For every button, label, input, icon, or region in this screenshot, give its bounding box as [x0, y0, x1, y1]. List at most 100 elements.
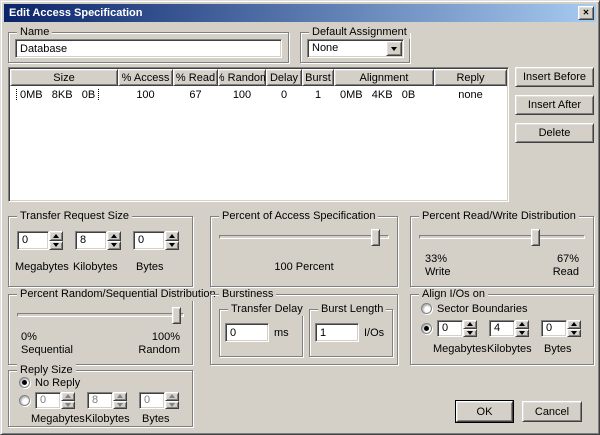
reply-kilobytes-label: Kilobytes	[85, 413, 130, 425]
random-sequential-group: Percent Random/Sequential Distribution 0…	[8, 294, 193, 365]
reply-bytes-spinner: 0	[139, 392, 179, 409]
default-assignment-value: None	[308, 40, 385, 57]
slider-thumb[interactable]	[371, 229, 380, 246]
burst-length-input[interactable]	[315, 323, 359, 342]
align-kilobytes-spinner[interactable]: 4	[489, 320, 529, 337]
trs-megabytes-value[interactable]: 0	[17, 231, 49, 250]
reply-custom-radio[interactable]	[19, 395, 30, 406]
column-header-access[interactable]: % Access	[118, 69, 173, 86]
spin-up-icon[interactable]	[165, 231, 179, 241]
combobox-dropdown-button[interactable]	[386, 41, 402, 56]
align-bytes-spinner[interactable]: 0	[541, 320, 581, 337]
align-megabytes-spinner[interactable]: 0	[437, 320, 477, 337]
trs-kilobytes-value[interactable]: 8	[75, 231, 107, 250]
write-label: Write	[425, 266, 450, 278]
table-row[interactable]: 0MB 8KB 0B 100 67 100 0 1 0MB 4KB 0B non…	[10, 87, 507, 102]
slider-track	[419, 235, 585, 239]
name-input[interactable]	[15, 39, 282, 58]
edit-access-specification-dialog: Edit Access Specification ✕ Name Default…	[0, 0, 600, 435]
align-kilobytes-value[interactable]: 4	[489, 320, 515, 337]
column-header-reply[interactable]: Reply	[434, 69, 507, 86]
align-megabytes-value[interactable]: 0	[437, 320, 463, 337]
reply-megabytes-spinner: 0	[35, 392, 75, 409]
write-percent: 33%	[425, 253, 447, 265]
slider-thumb[interactable]	[531, 229, 540, 246]
spin-down-icon	[61, 401, 75, 410]
burstiness-group: Burstiness Transfer Delay ms Burst Lengt…	[210, 294, 398, 365]
column-header-delay[interactable]: Delay	[266, 69, 302, 86]
spin-up-icon	[165, 392, 179, 401]
cell-read[interactable]: 67	[173, 89, 218, 101]
no-reply-radio[interactable]	[19, 377, 30, 388]
insert-after-button[interactable]: Insert After	[515, 95, 594, 115]
spin-down-icon[interactable]	[49, 241, 63, 251]
access-spec-list[interactable]: Size % Access % Read % Random Delay Burs…	[8, 67, 509, 202]
random-sequential-slider[interactable]	[17, 307, 184, 324]
default-assignment-combobox[interactable]: None	[307, 39, 404, 58]
chevron-down-icon	[391, 47, 397, 51]
sector-boundaries-radio[interactable]	[421, 303, 432, 314]
align-custom-radio[interactable]	[421, 323, 432, 334]
burst-length-label: Burst Length	[318, 303, 386, 316]
column-header-burst[interactable]: Burst	[302, 69, 334, 86]
column-header-read[interactable]: % Read	[173, 69, 218, 86]
spin-down-icon[interactable]	[165, 241, 179, 251]
cell-alignment[interactable]: 0MB 4KB 0B	[334, 89, 434, 101]
insert-before-button[interactable]: Insert Before	[515, 67, 594, 87]
spin-up-icon[interactable]	[107, 231, 121, 241]
cell-burst[interactable]: 1	[302, 89, 334, 101]
reply-megabytes-label: Megabytes	[31, 413, 85, 425]
slider-thumb[interactable]	[172, 307, 181, 324]
trs-megabytes-spinner[interactable]: 0	[17, 231, 63, 250]
spin-down-icon[interactable]	[567, 329, 581, 338]
spin-down-icon[interactable]	[515, 329, 529, 338]
reply-bytes-label: Bytes	[142, 413, 170, 425]
cell-size[interactable]: 0MB 8KB 0B	[10, 89, 118, 101]
trs-bytes-value[interactable]: 0	[133, 231, 165, 250]
transfer-request-size-label: Transfer Request Size	[17, 210, 132, 223]
ok-button[interactable]: OK	[456, 401, 513, 422]
delete-button[interactable]: Delete	[515, 123, 594, 143]
column-header-random[interactable]: % Random	[218, 69, 266, 86]
percent-access-value: 100 Percent	[211, 261, 397, 273]
reply-kilobytes-value: 8	[87, 392, 113, 409]
titlebar[interactable]: Edit Access Specification ✕	[4, 4, 596, 22]
trs-bytes-spinner[interactable]: 0	[133, 231, 179, 250]
trs-bytes-label: Bytes	[136, 261, 164, 273]
random-percent: 100%	[152, 331, 180, 343]
align-kilobytes-label: Kilobytes	[487, 343, 532, 355]
column-header-size[interactable]: Size	[10, 69, 118, 86]
spin-up-icon	[113, 392, 127, 401]
reply-kilobytes-spinner: 8	[87, 392, 127, 409]
spin-down-icon[interactable]	[463, 329, 477, 338]
align-bytes-value[interactable]: 0	[541, 320, 567, 337]
transfer-delay-input[interactable]	[225, 323, 269, 342]
cell-access[interactable]: 100	[118, 89, 173, 101]
read-write-slider[interactable]	[419, 229, 585, 246]
spin-up-icon[interactable]	[567, 320, 581, 329]
spin-down-icon[interactable]	[107, 241, 121, 251]
spin-up-icon[interactable]	[49, 231, 63, 241]
transfer-request-size-group: Transfer Request Size 0 8 0 Megabytes Ki…	[8, 216, 193, 287]
align-bytes-label: Bytes	[544, 343, 572, 355]
column-header-alignment[interactable]: Alignment	[334, 69, 434, 86]
percent-access-label: Percent of Access Specification	[219, 210, 378, 223]
cell-random[interactable]: 100	[218, 89, 266, 101]
spin-down-icon	[113, 401, 127, 410]
spin-up-icon[interactable]	[463, 320, 477, 329]
trs-megabytes-label: Megabytes	[15, 261, 69, 273]
cell-reply[interactable]: none	[434, 89, 507, 101]
name-group-label: Name	[17, 26, 52, 39]
spin-up-icon[interactable]	[515, 320, 529, 329]
trs-kilobytes-label: Kilobytes	[73, 261, 118, 273]
percent-access-slider[interactable]	[219, 229, 389, 246]
cancel-button[interactable]: Cancel	[522, 401, 582, 422]
close-button[interactable]: ✕	[578, 6, 594, 20]
sequential-label: Sequential	[21, 344, 73, 356]
name-group: Name	[8, 32, 289, 63]
align-ios-label: Align I/Os on	[419, 288, 488, 301]
default-assignment-group: Default Assignment None	[300, 32, 410, 63]
read-write-group: Percent Read/Write Distribution 33% Writ…	[410, 216, 594, 287]
cell-delay[interactable]: 0	[266, 89, 302, 101]
trs-kilobytes-spinner[interactable]: 8	[75, 231, 121, 250]
